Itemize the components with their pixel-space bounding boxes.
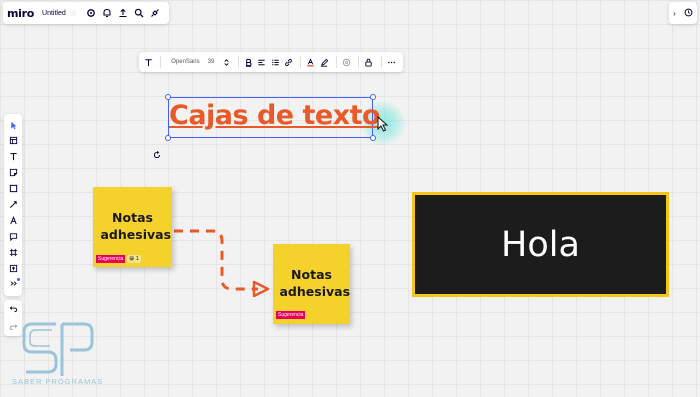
sticky-note[interactable]: Notas adhesivas Sugerencia	[273, 244, 350, 324]
watermark-text: SABER PROGRAMAS	[12, 377, 104, 386]
shape-text-box[interactable]: Hola	[412, 192, 669, 297]
sticky-note-text: Notas adhesivas	[100, 210, 172, 242]
emoji-reaction-badge[interactable]: 😀 1	[127, 255, 141, 263]
shape-text: Hola	[501, 224, 580, 265]
tag-badge[interactable]: Sugerencia	[276, 311, 306, 319]
tag-badge[interactable]: Sugerencia	[96, 255, 126, 263]
sticky-note[interactable]: Notas adhesivas Sugerencia 😀 1	[93, 187, 172, 267]
sticky-note-text: Notas adhesivas	[279, 267, 351, 299]
